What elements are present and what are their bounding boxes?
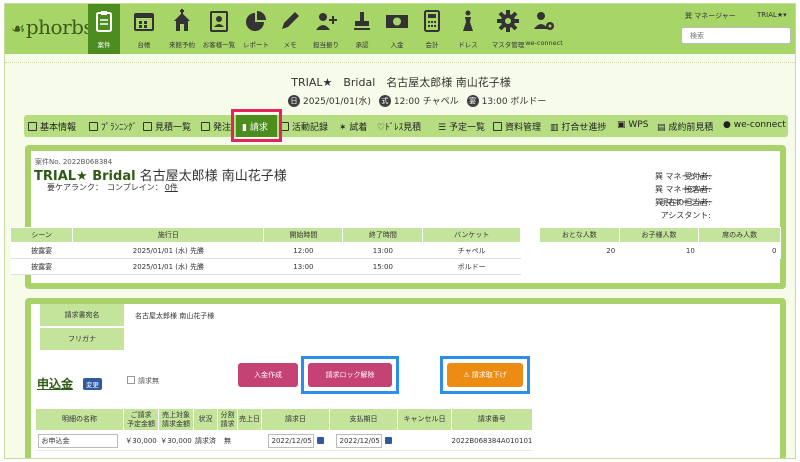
event-date: 2025/01/01(水): [303, 97, 371, 107]
calendar-icon[interactable]: [316, 437, 324, 444]
tab-meeting-progress[interactable]: ▥ 打合せ進捗: [550, 120, 606, 133]
highlight-unlock-button: [301, 356, 399, 394]
nav-item-customers[interactable]: お客様一覧: [199, 4, 239, 54]
calendar-icon: [134, 13, 154, 31]
guest-count-table: おとな人数 お子様人数 席のみ人数 20 10 0: [539, 227, 781, 259]
calculator-icon: [424, 10, 440, 32]
search-input[interactable]: [681, 27, 791, 44]
leaf-icon: ☙: [11, 19, 25, 38]
nav-item-assign[interactable]: 担当振り: [307, 4, 345, 54]
schedule-table: シーン 施行日 開始時間 終了時間 バンケット 披露宴 2025/01/01 (…: [9, 227, 521, 275]
tab-wps[interactable]: ▣ WPS: [617, 120, 648, 130]
user-icon: ●: [723, 120, 734, 130]
highlight-withdraw-button: [440, 356, 530, 394]
copy-icon: [143, 122, 152, 131]
clipboard-icon: [96, 11, 112, 32]
nav-item-approval[interactable]: 承認: [345, 4, 379, 54]
tab-we-connect[interactable]: ● we-connect: [723, 120, 786, 130]
book-icon: ▥: [550, 123, 562, 133]
trash-icon: [89, 122, 98, 131]
create-payment-button[interactable]: 入金作成: [238, 363, 298, 387]
tab-planning[interactable]: ﾌﾟﾗﾝﾆﾝｸﾞ: [89, 120, 137, 133]
heart-icon: ♡: [377, 123, 386, 133]
billing-name-value: 名古屋太郎様 南山花子様: [135, 312, 215, 320]
nav-item-cases[interactable]: 案件: [88, 4, 120, 54]
tab-fitting[interactable]: ✶ 試着: [339, 120, 367, 133]
top-nav: ☙phorbs 案件 台帳 来館予約 お客様一覧 レポート メモ 担当振り 承認…: [5, 4, 795, 54]
pie-chart-icon: [246, 11, 266, 31]
billing-table: 明細の名称 ご請求 予定金額 売上対象 請求金額 状況 分割 請求 売上日 請求…: [35, 408, 533, 451]
complaint-count-link[interactable]: 0件: [165, 183, 178, 192]
add-user-icon: [316, 13, 337, 30]
gear-icon: [497, 10, 519, 32]
ceremony-time: 12:00 チャペル: [393, 97, 459, 107]
nav-item-master[interactable]: マスタ管理: [489, 4, 527, 54]
bill-date-input[interactable]: 2022/12/05: [267, 433, 314, 448]
tab-estimates[interactable]: 見積一覧: [143, 120, 191, 133]
truck-icon: [201, 122, 210, 131]
table-row: 披露宴 2025/01/01 (水) 先勝 13:00 15:00 ボルドー: [10, 258, 521, 275]
tab-pre-contract-estimate[interactable]: ▤ 成約前見積: [657, 120, 713, 133]
banquet-time: 13:00 ボルドー: [481, 97, 547, 107]
tenant-menu[interactable]: TRIAL★▾: [757, 11, 787, 19]
calendar-icon[interactable]: [384, 437, 392, 444]
list-icon: ☰: [438, 123, 449, 133]
nav-item-accounting[interactable]: 会計: [415, 4, 449, 54]
money-icon: [386, 15, 408, 28]
tab-activity-log[interactable]: 活動記録: [280, 120, 328, 133]
divider: [5, 62, 795, 63]
magic-icon: ✶: [339, 123, 350, 133]
table-row: お申込金 ￥30,000 ￥30,000 請求済 無 2022/12/05 20…: [35, 430, 533, 451]
user-name[interactable]: 巽 マネージャー: [685, 11, 736, 21]
app-window: ☙phorbs 案件 台帳 来館予約 お客様一覧 レポート メモ 担当振り 承認…: [4, 3, 796, 459]
change-button[interactable]: 変更: [83, 378, 102, 390]
billing-name-label: 請求書宛名: [40, 304, 124, 326]
kana-label: フリガナ: [40, 328, 124, 350]
bus-icon: ▣: [617, 120, 629, 130]
chapel-icon: [174, 9, 190, 31]
tab-schedule[interactable]: ☰ 予定一覧: [438, 120, 485, 133]
id-card-icon: [28, 122, 37, 131]
tab-dress-estimate[interactable]: ♡ﾄﾞﾚｽ見積: [377, 120, 421, 133]
ceremony-badge: 式: [378, 94, 391, 107]
highlight-billing-tab: [231, 109, 282, 142]
table-row: 披露宴 2025/01/01 (水) 先勝 12:00 13:00 チャペル: [10, 242, 521, 259]
date-badge: 日: [288, 94, 300, 107]
address-book-icon: [210, 11, 228, 32]
no-billing-checkbox[interactable]: 請求無: [127, 376, 159, 386]
nav-item-ledger[interactable]: 台帳: [125, 4, 163, 54]
banquet-badge: 宴: [466, 94, 479, 107]
billing-panel: 請求書宛名 名古屋太郎様 南山花子様 フリガナ 申込金 変更 請求無 入金作成 …: [25, 298, 786, 458]
tab-documents[interactable]: 資料管理: [493, 120, 541, 133]
stamp-icon: [354, 12, 370, 30]
nav-item-memo[interactable]: メモ: [273, 4, 307, 54]
document-icon: ▤: [657, 123, 669, 133]
nav-item-we-connect[interactable]: we-connect: [525, 4, 563, 54]
section-title-deposit: 申込金: [37, 377, 74, 391]
nav-item-report[interactable]: レポート: [237, 4, 275, 54]
nav-item-payment[interactable]: 入金: [379, 4, 415, 54]
tab-orders[interactable]: 発注: [201, 120, 231, 133]
folder-icon: [493, 122, 502, 131]
logo[interactable]: ☙phorbs: [11, 15, 94, 39]
nav-item-dress[interactable]: ドレス: [451, 4, 485, 54]
tab-basic-info[interactable]: 基本情報: [28, 120, 76, 133]
dress-icon: [463, 10, 473, 31]
due-date-input[interactable]: 2022/12/05: [335, 433, 382, 448]
care-rank: 要ケアランク： コンプレイン： 0件: [47, 183, 178, 192]
nav-item-visit-reservation[interactable]: 来館予約: [163, 4, 201, 54]
pencil-icon: [282, 12, 299, 29]
user-gear-icon: [534, 12, 554, 30]
item-name-input[interactable]: お申込金: [37, 433, 118, 448]
page-title: TRIAL★ Bridal 名古屋太郎様 南山花子様: [291, 76, 511, 89]
table-row: 20 10 0: [539, 242, 781, 259]
event-summary: 日 2025/01/01(水) 式 12:00 チャペル 宴 13:00 ボルド…: [288, 94, 546, 107]
